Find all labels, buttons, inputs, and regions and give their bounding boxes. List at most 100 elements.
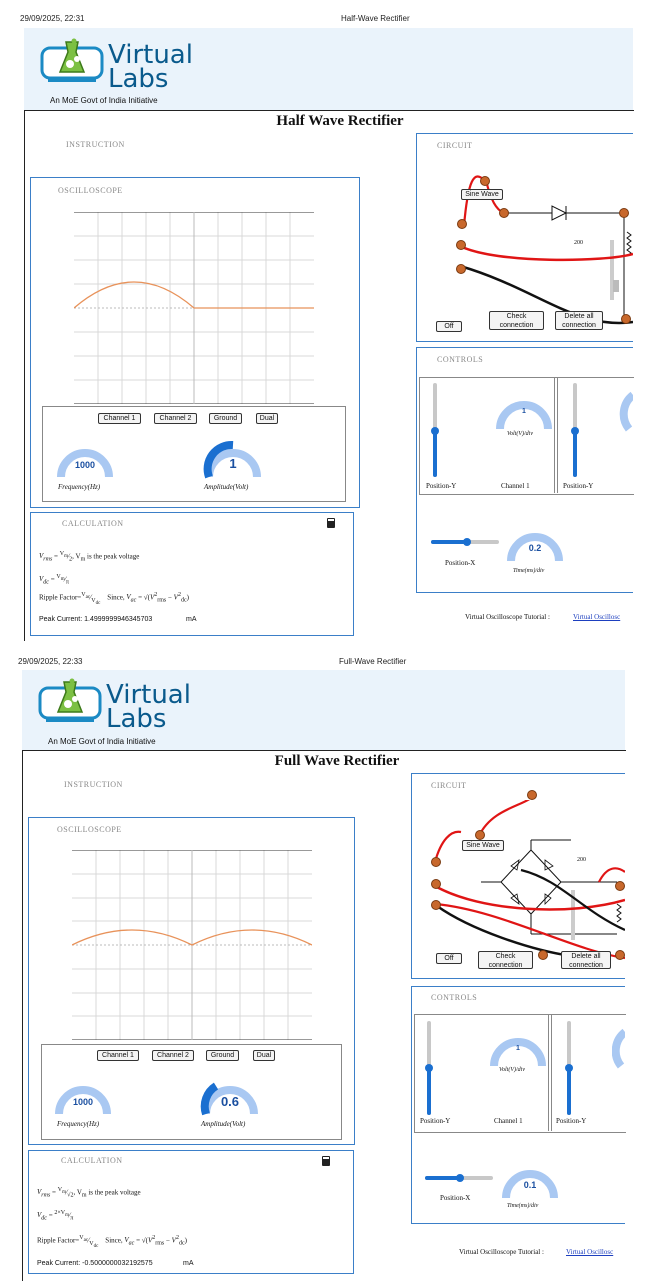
position-x-slider-knob[interactable] (456, 1174, 464, 1182)
print-title: Half-Wave Rectifier (341, 14, 410, 23)
vrms-suffix: is the peak voltage (85, 552, 140, 561)
terminal-node[interactable] (456, 240, 466, 250)
peak-current: Peak Current: -0.5000000032192575 (37, 1260, 153, 1267)
vrms-formula: Vrms = Vm⁄√2, Vm is the peak voltage (37, 1187, 141, 1199)
controls-label: CONTROLS (437, 355, 484, 364)
since-text: Since, (107, 593, 125, 602)
check-connection-button[interactable]: Check connection (478, 951, 533, 969)
channel1-label: Channel 1 (501, 482, 530, 490)
frequency-gauge[interactable] (53, 1074, 113, 1118)
position-y2-slider-knob[interactable] (565, 1064, 573, 1072)
partial-gauge[interactable] (612, 1026, 625, 1070)
terminal-node[interactable] (499, 208, 509, 218)
position-y2-label: Position-Y (563, 482, 594, 490)
position-y-slider-knob[interactable] (425, 1064, 433, 1072)
time-div-label: Time(ms)/div (513, 568, 545, 574)
amplitude-label: Amplitude(Volt) (201, 1120, 246, 1128)
time-div-value: 0.1 (523, 1180, 537, 1190)
position-y-slider-fill (427, 1068, 431, 1115)
page-title: Half Wave Rectifier (276, 113, 404, 129)
calculator-icon[interactable] (327, 518, 335, 528)
off-button[interactable]: Off (436, 321, 462, 332)
ground-button[interactable]: Ground (209, 413, 242, 424)
channel2-button[interactable]: Channel 2 (152, 1050, 194, 1061)
volt-div-value: 1 (522, 408, 526, 415)
position-y-slider-knob[interactable] (431, 427, 439, 435)
terminal-node[interactable] (457, 219, 467, 229)
delete-connections-button[interactable]: Delete all connection (555, 311, 603, 330)
sine-wave-source[interactable]: Sine Wave (461, 189, 503, 200)
logo-subtitle: An MoE Govt of India Initiative (50, 96, 158, 105)
position-x-slider-knob[interactable] (463, 538, 471, 546)
terminal-node[interactable] (615, 950, 625, 960)
partial-gauge[interactable] (619, 389, 633, 433)
position-y2-slider-fill (567, 1068, 571, 1115)
terminal-node[interactable] (621, 314, 631, 324)
check-connection-button[interactable]: Check connection (489, 311, 544, 330)
tutorial-link[interactable]: Virtual Oscillosc (573, 613, 633, 621)
frequency-gauge[interactable] (55, 437, 115, 481)
virtual-labs-logo-icon[interactable] (38, 678, 102, 726)
terminal-node[interactable] (615, 881, 625, 891)
terminal-node[interactable] (619, 208, 629, 218)
vrms-suffix: is the peak voltage (86, 1188, 141, 1197)
position-y-label: Position-Y (420, 1117, 451, 1125)
channel1-button[interactable]: Channel 1 (98, 413, 141, 424)
terminal-node[interactable] (431, 879, 441, 889)
terminal-node[interactable] (538, 950, 548, 960)
off-button[interactable]: Off (436, 953, 462, 964)
terminal-node[interactable] (527, 790, 537, 800)
logo-labs-text: Labs (106, 704, 167, 734)
frequency-label: Frequency(Hz) (58, 483, 101, 491)
controls-divider (554, 377, 555, 493)
ground-button[interactable]: Ground (206, 1050, 239, 1061)
page-title: Full Wave Rectifier (274, 753, 400, 769)
terminal-node[interactable] (475, 830, 485, 840)
channel1-label: Channel 1 (494, 1117, 523, 1125)
resistor-value: 200 (574, 240, 583, 246)
controls-divider (557, 377, 558, 493)
virtual-labs-logo-icon[interactable] (40, 38, 104, 86)
instruction-label[interactable]: INSTRUCTION (66, 140, 125, 149)
terminal-node[interactable] (431, 857, 441, 867)
dual-button[interactable]: Dual (256, 413, 278, 424)
dual-button[interactable]: Dual (253, 1050, 275, 1061)
oscilloscope-label: OSCILLOSCOPE (58, 186, 123, 195)
circuit-label: CIRCUIT (431, 781, 467, 790)
volt-div-label: Volt(V)/div (499, 1067, 525, 1073)
terminal-node[interactable] (456, 264, 466, 274)
calculation-label: CALCULATION (61, 1156, 123, 1165)
position-x-slider-fill (425, 1176, 460, 1180)
amplitude-value: 1 (229, 456, 237, 471)
frequency-value: 1000 (74, 460, 96, 470)
since-text: Since, (105, 1236, 123, 1245)
calculation-label: CALCULATION (62, 519, 124, 528)
tutorial-link[interactable]: Virtual Oscillosc (566, 1248, 625, 1256)
instruction-label[interactable]: INSTRUCTION (64, 780, 123, 789)
controls-label: CONTROLS (431, 993, 478, 1002)
delete-connections-button[interactable]: Delete all connection (561, 951, 611, 969)
page-half-wave: 29/09/2025, 22:31 Half-Wave Rectifier Vi… (0, 0, 653, 641)
volt-div-label: Volt(V)/div (507, 431, 533, 437)
frequency-value: 1000 (72, 1097, 94, 1107)
vdc-formula: Vdc = 2×Vm⁄π (37, 1210, 74, 1222)
position-y2-slider-fill (573, 431, 577, 477)
position-y2-label: Position-Y (556, 1117, 587, 1125)
vrms-comma: , V (72, 552, 81, 561)
channel1-button[interactable]: Channel 1 (97, 1050, 139, 1061)
sine-wave-source[interactable]: Sine Wave (462, 840, 504, 851)
logo-subtitle: An MoE Govt of India Initiative (48, 737, 156, 746)
position-y-slider-fill (433, 431, 437, 477)
tutorial-text: Virtual Oscilloscope Tutorial : (459, 1248, 544, 1256)
oscilloscope-label: OSCILLOSCOPE (57, 825, 122, 834)
calculator-icon[interactable] (322, 1156, 330, 1166)
terminal-node[interactable] (431, 900, 441, 910)
terminal-node[interactable] (480, 176, 490, 186)
page-full-wave: 29/09/2025, 22:33 Full-Wave Rectifier Vi… (0, 650, 653, 1281)
channel2-button[interactable]: Channel 2 (154, 413, 197, 424)
tutorial-text: Virtual Oscilloscope Tutorial : (465, 613, 550, 621)
controls-divider (551, 1014, 552, 1131)
amplitude-value: 0.6 (220, 1094, 240, 1109)
calculation-panel (28, 1150, 354, 1274)
position-y2-slider-knob[interactable] (571, 427, 579, 435)
